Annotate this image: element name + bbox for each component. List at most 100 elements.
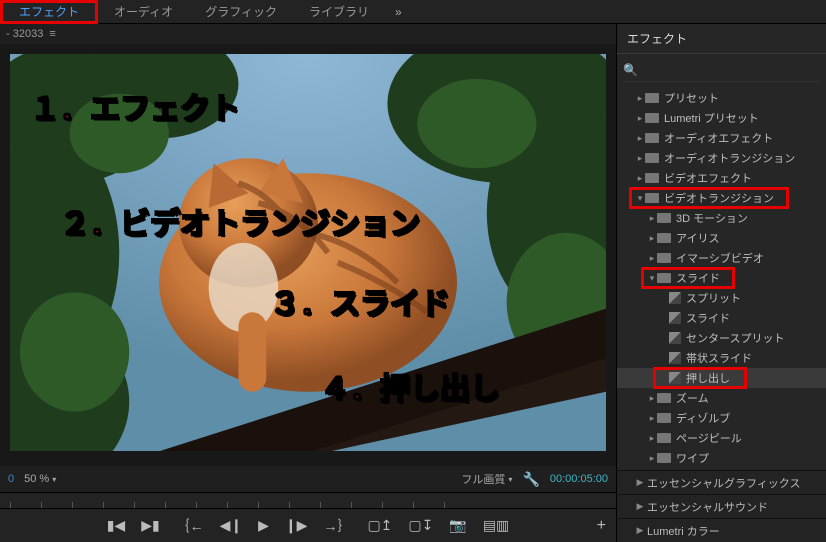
go-to-in-button[interactable]: ｛← <box>176 516 204 536</box>
tree-folder[interactable]: ▸ オーディオトランジション <box>617 148 826 168</box>
tree-folder[interactable]: ▸ ビデオエフェクト <box>617 168 826 188</box>
play-button[interactable]: ▶ <box>258 517 269 534</box>
extract-button[interactable]: ▢↧ <box>408 517 433 534</box>
comparison-view-button[interactable]: ▤▥ <box>483 517 509 534</box>
step-forward-button[interactable]: ❙▶ <box>285 517 308 534</box>
tab-audio[interactable]: オーディオ <box>98 0 189 24</box>
tree-folder[interactable]: ▸ ワイプ <box>617 448 826 468</box>
tree-item-label: スライド <box>686 310 730 326</box>
tab-graphics[interactable]: グラフィック <box>189 0 293 24</box>
tree-effect[interactable]: 帯状スライド <box>617 348 826 368</box>
chevron-right-icon: ▸ <box>635 93 645 104</box>
tab-label: オーディオ <box>114 3 173 20</box>
tree-item-label: アイリス <box>676 230 719 246</box>
tree-item-label: 押し出し <box>686 370 730 386</box>
folder-icon <box>657 453 671 463</box>
chevron-down-icon: ▾ <box>647 273 657 284</box>
time-ruler[interactable] <box>0 492 616 508</box>
tree-item-label: ビデオエフェクト <box>664 170 752 186</box>
folder-icon <box>645 173 659 183</box>
tree-item-label: ズーム <box>676 390 709 406</box>
effects-search[interactable]: 🔍 <box>623 58 820 82</box>
panel-title: エフェクト <box>617 24 826 54</box>
folder-icon <box>645 193 659 203</box>
preview-info-bar: 0 50 % ▾ フル画質 ▾ 🔧 00:00:05:00 <box>0 466 616 492</box>
chevron-right-icon: ▸ <box>647 433 657 444</box>
folder-icon <box>657 233 671 243</box>
panel-lumetri-color[interactable]: ▶ Lumetri カラー <box>617 518 826 542</box>
chevron-down-icon: ▾ <box>508 475 512 484</box>
tree-folder[interactable]: ▾ スライド <box>617 268 826 288</box>
tree-item-label: スライド <box>676 270 720 286</box>
resolution-select[interactable]: フル画質 ▾ <box>461 471 512 487</box>
chevron-right-icon: ▸ <box>635 173 645 184</box>
folder-icon <box>645 133 659 143</box>
tree-folder[interactable]: ▸Lumetri プリセット <box>617 108 826 128</box>
folder-icon <box>657 253 671 263</box>
button-editor-button[interactable]: + <box>597 517 606 535</box>
effect-icon <box>669 292 681 304</box>
tab-library[interactable]: ライブラリ <box>293 0 385 24</box>
export-frame-button[interactable]: 📷 <box>449 517 466 534</box>
tree-item-label: 帯状スライド <box>686 350 752 366</box>
timecode[interactable]: 00:00:05:00 <box>550 473 608 485</box>
folder-icon <box>657 273 671 283</box>
tree-folder[interactable]: ▸アイリス <box>617 228 826 248</box>
zoom-value: 50 % <box>24 473 49 485</box>
search-input[interactable] <box>644 63 820 77</box>
folder-icon <box>657 213 671 223</box>
effects-tree[interactable]: ▸プリセット▸Lumetri プリセット▸オーディオエフェクト▸オーディオトラン… <box>617 86 826 470</box>
panel-menu-icon[interactable]: ≡ <box>49 28 55 40</box>
chevron-right-icon: ▸ <box>647 213 657 224</box>
tree-folder[interactable]: ▸オーディオエフェクト <box>617 128 826 148</box>
chevron-right-icon: ▶ <box>635 477 645 488</box>
effect-icon <box>669 312 681 324</box>
tree-folder[interactable]: ▸ディゾルブ <box>617 408 826 428</box>
folder-icon <box>657 393 671 403</box>
tree-item-label: オーディオトランジション <box>664 150 795 166</box>
step-back-button[interactable]: ◀❙ <box>220 517 243 534</box>
chevron-right-icon: ▸ <box>647 253 657 264</box>
panel-label: エッセンシャルグラフィックス <box>647 475 800 491</box>
tree-effect[interactable]: センタースプリット <box>617 328 826 348</box>
tabs-overflow-button[interactable]: » <box>385 5 412 19</box>
mark-in-button[interactable]: ▮◀ <box>107 517 125 534</box>
chevron-right-icon: ▸ <box>647 453 657 464</box>
effects-panel: エフェクト 🔍 ▸プリセット▸Lumetri プリセット▸オーディオエフェクト▸… <box>616 24 826 542</box>
tree-effect[interactable]: スプリット <box>617 288 826 308</box>
tab-effects[interactable]: エフェクト <box>0 0 98 24</box>
tree-item-label: ワイプ <box>676 450 709 466</box>
resolution-value: フル画質 <box>461 471 505 487</box>
tree-folder[interactable]: ▸ ズーム <box>617 388 826 408</box>
program-monitor: - 32033 ≡ <box>0 24 616 542</box>
settings-wrench-icon[interactable]: 🔧 <box>522 471 539 488</box>
folder-icon <box>657 433 671 443</box>
tree-item-label: オーディオエフェクト <box>664 130 773 146</box>
zoom-select[interactable]: 50 % ▾ <box>24 473 56 485</box>
effect-icon <box>669 372 681 384</box>
tree-folder[interactable]: ▸ページピール <box>617 428 826 448</box>
lift-button[interactable]: ▢↥ <box>367 517 392 534</box>
effect-icon <box>669 352 681 364</box>
panel-essential-sound[interactable]: ▶ エッセンシャルサウンド <box>617 494 826 518</box>
tree-effect[interactable]: 押し出し <box>617 368 826 388</box>
preview-viewport[interactable] <box>10 54 606 466</box>
tree-folder[interactable]: ▸3D モーション <box>617 208 826 228</box>
transport-controls: ▮◀ ▶▮ ｛← ◀❙ ▶ ❙▶ →｝ ▢↥ ▢↧ 📷 ▤▥ + <box>0 508 616 542</box>
mark-out-button[interactable]: ▶▮ <box>141 517 159 534</box>
tree-folder[interactable]: ▾ ビデオトランジション <box>617 188 826 208</box>
effect-icon <box>669 332 681 344</box>
tree-effect[interactable]: スライド <box>617 308 826 328</box>
go-to-out-button[interactable]: →｝ <box>323 516 351 536</box>
chevron-down-icon: ▾ <box>635 193 645 204</box>
panel-essential-graphics[interactable]: ▶ エッセンシャルグラフィックス <box>617 470 826 494</box>
tree-folder[interactable]: ▸プリセット <box>617 88 826 108</box>
folder-icon <box>657 413 671 423</box>
tree-item-label: イマーシブビデオ <box>676 250 764 266</box>
chevron-right-icon: ▸ <box>647 393 657 404</box>
tree-item-label: ディゾルブ <box>676 410 730 426</box>
tab-label: エフェクト <box>19 3 79 20</box>
chevron-right-icon: ▸ <box>635 153 645 164</box>
tree-folder[interactable]: ▸ イマーシブビデオ <box>617 248 826 268</box>
tree-item-label: ビデオトランジション <box>664 190 774 206</box>
